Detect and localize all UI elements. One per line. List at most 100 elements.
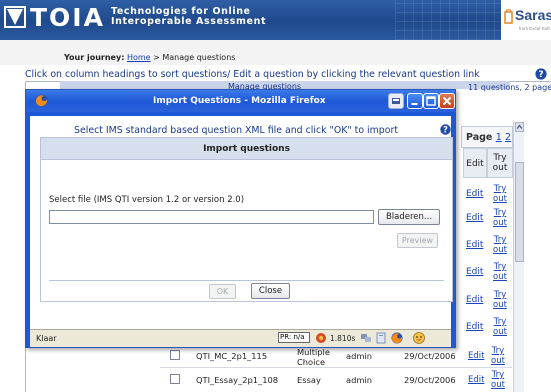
import-instruction: Select IMS standard based question XML f… bbox=[74, 125, 399, 136]
try-out-line2: out bbox=[491, 356, 505, 366]
try-out-line1: Try bbox=[493, 317, 507, 327]
help-icon[interactable]: ? bbox=[440, 124, 451, 135]
try-out-line2: out bbox=[493, 245, 507, 255]
column-header-try-out[interactable]: Try out bbox=[487, 148, 513, 178]
table-row: QTI_Essay_2p1_108 Essay admin 29/Oct/200… bbox=[160, 368, 512, 392]
pagination: Page 1 2 bbox=[461, 126, 513, 148]
try-out-line2: out bbox=[493, 327, 507, 337]
question-author: admin bbox=[346, 375, 372, 385]
questions-scrollbar[interactable] bbox=[513, 122, 524, 392]
minimize-icon bbox=[411, 103, 418, 105]
window-titlebar[interactable]: Import Questions - Mozilla Firefox bbox=[26, 90, 455, 112]
edit-link[interactable]: Edit bbox=[466, 322, 486, 332]
close-window-button[interactable] bbox=[439, 93, 455, 109]
ok-button[interactable]: OK bbox=[209, 284, 236, 299]
question-type-line2: Choice bbox=[297, 357, 326, 367]
column-header-edit[interactable]: Edit bbox=[463, 148, 487, 178]
file-path-input[interactable] bbox=[49, 210, 374, 224]
edit-link[interactable]: Edit bbox=[468, 375, 484, 385]
browser-status-bar: Klaar PR: n/a 1.810s bbox=[30, 329, 451, 347]
chevron-up-icon bbox=[516, 124, 523, 129]
question-type: Essay bbox=[297, 375, 321, 385]
try-out-link[interactable]: Try out bbox=[490, 262, 510, 282]
edit-link[interactable]: Edit bbox=[466, 267, 486, 277]
try-out-line2: out bbox=[493, 218, 507, 228]
screens-icon[interactable] bbox=[360, 332, 372, 344]
window-extra-button[interactable] bbox=[388, 93, 404, 109]
try-out-line1: Try bbox=[493, 290, 507, 300]
edit-link[interactable]: Edit bbox=[466, 295, 486, 305]
smiley-icon[interactable] bbox=[413, 332, 425, 344]
try-out-link[interactable]: Try out bbox=[490, 290, 510, 310]
edit-link[interactable]: Edit bbox=[468, 351, 484, 361]
toia-logo-text: TOIA bbox=[30, 3, 105, 32]
question-name: QTI_MC_2p1_115 bbox=[196, 351, 268, 361]
try-out-line2: out bbox=[493, 194, 507, 204]
try-out-line1: Try bbox=[493, 235, 507, 245]
load-time-icon bbox=[316, 333, 326, 343]
maximize-icon bbox=[426, 96, 436, 106]
try-out-link[interactable]: Try out bbox=[491, 346, 505, 366]
tagline-line-2: Interoperable Assessment bbox=[111, 16, 267, 27]
question-date: 29/Oct/2006 bbox=[404, 351, 456, 361]
try-out-line1: Try bbox=[491, 346, 505, 356]
question-type-line1: Essay bbox=[297, 375, 321, 385]
window-title: Import Questions - Mozilla Firefox bbox=[153, 96, 326, 106]
row-checkbox[interactable] bbox=[170, 374, 180, 384]
browse-button[interactable]: Bladeren... bbox=[378, 209, 440, 225]
minimize-button[interactable] bbox=[407, 93, 423, 109]
import-panel: Import questions Select file (IMS QTI ve… bbox=[40, 137, 453, 302]
saras-logo-text: Saras bbox=[515, 7, 551, 23]
edit-link[interactable]: Edit bbox=[466, 240, 486, 250]
svg-text:?: ? bbox=[538, 70, 543, 80]
edit-link[interactable]: Edit bbox=[466, 213, 486, 223]
question-type: Multiple Choice bbox=[297, 347, 330, 367]
question-date: 29/Oct/2006 bbox=[404, 375, 456, 385]
status-text: Klaar bbox=[36, 334, 57, 343]
breadcrumb-separator: > bbox=[153, 53, 160, 62]
try-out-line1: Try bbox=[491, 370, 505, 380]
firefox-status-icon[interactable] bbox=[391, 332, 403, 344]
try-out-line2: out bbox=[493, 272, 507, 282]
saras-logo: Saras from Excel-Soft bbox=[501, 0, 551, 40]
scroll-thumb[interactable] bbox=[515, 162, 524, 262]
svg-text:?: ? bbox=[443, 126, 448, 135]
maximize-button[interactable] bbox=[423, 93, 439, 109]
try-out-link[interactable]: Try out bbox=[491, 370, 505, 390]
toia-banner: TOIA Technologies for Online Interoperab… bbox=[0, 0, 551, 40]
breadcrumb: Your journey: Home > Manage questions bbox=[64, 53, 235, 62]
try-out-link[interactable]: Try out bbox=[490, 317, 510, 337]
try-out-line1: Try bbox=[493, 262, 507, 272]
journey-bar: Your journey: Home > Manage questions bbox=[0, 40, 551, 65]
preview-button[interactable]: Preview bbox=[397, 233, 438, 248]
help-icon[interactable]: ? bbox=[535, 68, 547, 80]
scroll-up-arrow[interactable] bbox=[515, 122, 524, 132]
window-left-border bbox=[26, 112, 30, 347]
try-out-line2: out bbox=[493, 300, 507, 310]
close-icon bbox=[442, 96, 452, 106]
try-out-line1: Try bbox=[493, 208, 507, 218]
import-questions-window: Import Questions - Mozilla Firefox Selec… bbox=[25, 89, 456, 348]
try-out-line1: Try bbox=[493, 184, 507, 194]
close-button[interactable]: Close bbox=[251, 283, 290, 299]
page-link-2[interactable]: 2 bbox=[505, 132, 511, 143]
pagerank-indicator[interactable]: PR: n/a bbox=[278, 332, 310, 343]
try-out-link[interactable]: Try out bbox=[490, 184, 510, 204]
banner-grid-decoration bbox=[395, 0, 515, 40]
row-checkbox[interactable] bbox=[170, 350, 180, 360]
edit-link[interactable]: Edit bbox=[466, 189, 486, 199]
toia-tagline: Technologies for Online Interoperable As… bbox=[111, 7, 266, 27]
try-out-link[interactable]: Try out bbox=[490, 235, 510, 255]
load-time: 1.810s bbox=[330, 334, 356, 343]
breadcrumb-home-link[interactable]: Home bbox=[127, 53, 151, 62]
page-info-icon[interactable] bbox=[375, 332, 387, 344]
try-out-link[interactable]: Try out bbox=[490, 208, 510, 228]
window-extra-icon bbox=[392, 98, 400, 104]
toia-logo-icon bbox=[4, 6, 26, 28]
question-name: QTI_Essay_2p1_108 bbox=[196, 375, 279, 385]
column-header-try-line2: out bbox=[492, 163, 508, 173]
question-type-line1: Multiple bbox=[297, 347, 330, 357]
page-link-1[interactable]: 1 bbox=[496, 132, 502, 143]
try-out-line2: out bbox=[491, 380, 505, 390]
breadcrumb-label: Your journey: bbox=[64, 53, 125, 62]
